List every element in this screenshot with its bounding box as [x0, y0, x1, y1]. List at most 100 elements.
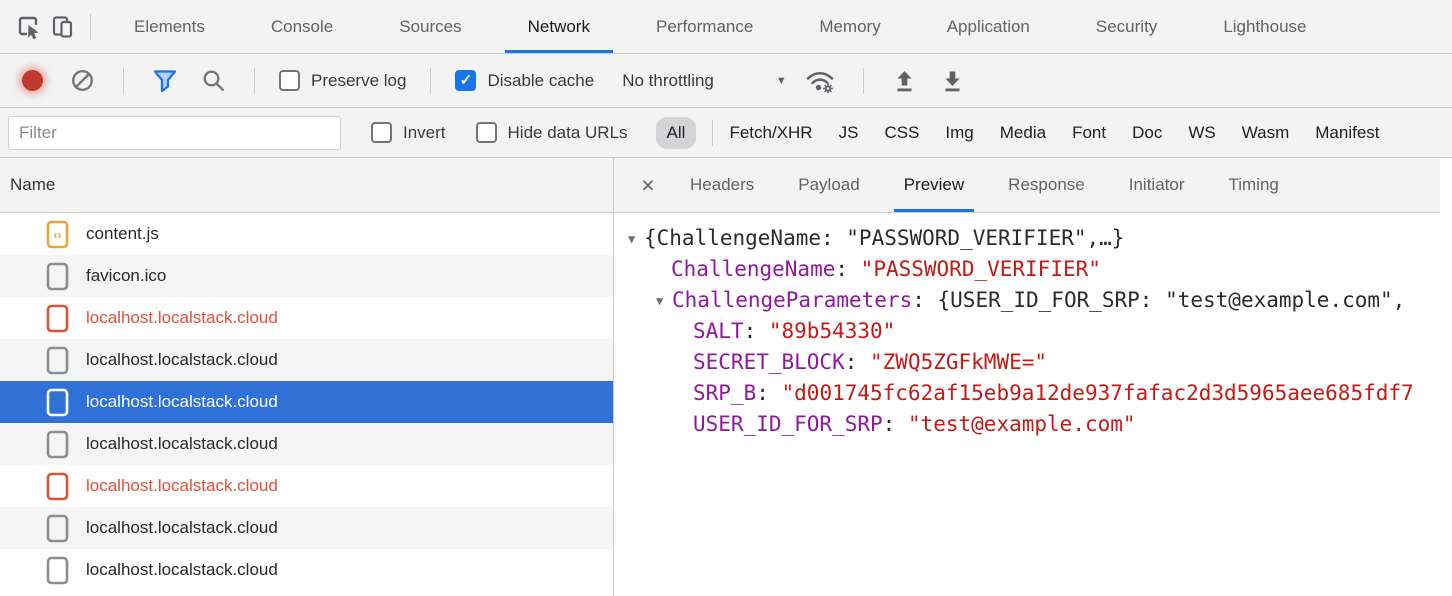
hide-data-urls-checkbox[interactable]	[476, 122, 497, 143]
request-rows: ‹› content.js favicon.ico localhost.loca…	[0, 213, 613, 596]
check-icon: ✓	[460, 73, 473, 88]
divider	[90, 14, 91, 40]
table-row[interactable]: localhost.localstack.cloud	[0, 339, 613, 381]
json-property[interactable]: SRP_B: "d001745fc62af15eb9a12de937fafac2…	[628, 378, 1452, 409]
filter-category-font[interactable]: Font	[1072, 123, 1106, 143]
tab-initiator[interactable]: Initiator	[1113, 158, 1201, 212]
devtools-tabbar: Elements Console Sources Network Perform…	[0, 0, 1452, 54]
import-har-icon[interactable]	[888, 64, 922, 98]
table-row[interactable]: localhost.localstack.cloud	[0, 297, 613, 339]
network-conditions-icon[interactable]	[801, 64, 839, 98]
request-name: localhost.localstack.cloud	[86, 560, 278, 580]
tab-network[interactable]: Network	[495, 0, 623, 53]
invert-checkbox[interactable]	[371, 122, 392, 143]
clear-icon[interactable]	[65, 64, 99, 98]
table-row[interactable]: localhost.localstack.cloud	[0, 465, 613, 507]
tab-timing[interactable]: Timing	[1212, 158, 1294, 212]
tab-application[interactable]: Application	[914, 0, 1063, 53]
throttling-select[interactable]: No throttling ▼	[622, 71, 787, 91]
json-property[interactable]: USER_ID_FOR_SRP: "test@example.com"	[628, 409, 1452, 440]
filter-category-fetch-xhr[interactable]: Fetch/XHR	[729, 123, 812, 143]
tab-console[interactable]: Console	[238, 0, 366, 53]
filter-category-all[interactable]: All	[656, 117, 697, 149]
name-column-header[interactable]: Name	[0, 158, 613, 213]
divider	[430, 68, 431, 94]
network-content: Name ‹› content.js favicon.ico loc	[0, 158, 1452, 596]
json-object-node[interactable]: ▼ChallengeParameters: {USER_ID_FOR_SRP: …	[628, 285, 1452, 316]
divider	[123, 68, 124, 94]
divider	[863, 68, 864, 94]
tab-performance[interactable]: Performance	[623, 0, 786, 53]
json-property[interactable]: ChallengeName: "PASSWORD_VERIFIER"	[628, 254, 1452, 285]
tab-preview[interactable]: Preview	[888, 158, 980, 212]
request-name: localhost.localstack.cloud	[86, 308, 278, 328]
json-property[interactable]: SALT: "89b54330"	[628, 316, 1452, 347]
json-root-node[interactable]: ▼{ChallengeName: "PASSWORD_VERIFIER",…}	[628, 223, 1452, 254]
preserve-log-checkbox[interactable]	[279, 70, 300, 91]
filter-input[interactable]	[8, 116, 341, 150]
request-name: localhost.localstack.cloud	[86, 518, 278, 538]
document-icon	[46, 556, 69, 585]
request-name: localhost.localstack.cloud	[86, 434, 278, 454]
document-icon	[46, 514, 69, 543]
table-row[interactable]: localhost.localstack.cloud	[0, 507, 613, 549]
network-toolbar: Preserve log ✓ Disable cache No throttli…	[0, 54, 1452, 108]
document-icon	[46, 262, 69, 291]
filter-category-js[interactable]: JS	[839, 123, 859, 143]
preserve-log-label: Preserve log	[311, 71, 406, 91]
table-row-selected[interactable]: localhost.localstack.cloud	[0, 381, 613, 423]
filter-categories: Fetch/XHR JS CSS Img Media Font Doc WS W…	[729, 123, 1379, 143]
table-row[interactable]: localhost.localstack.cloud	[0, 423, 613, 465]
expand-triangle-icon[interactable]: ▼	[656, 286, 672, 316]
script-file-icon: ‹›	[46, 220, 69, 249]
throttling-value: No throttling	[622, 71, 714, 91]
close-icon[interactable]: ×	[628, 158, 668, 212]
tab-security[interactable]: Security	[1063, 0, 1190, 53]
export-har-icon[interactable]	[936, 64, 970, 98]
filter-category-ws[interactable]: WS	[1188, 123, 1215, 143]
filter-category-doc[interactable]: Doc	[1132, 123, 1162, 143]
invert-group: Invert	[371, 122, 446, 143]
filter-bar: Invert Hide data URLs All Fetch/XHR JS C…	[0, 108, 1452, 158]
document-icon	[46, 430, 69, 459]
document-icon	[46, 346, 69, 375]
request-name: favicon.ico	[86, 266, 166, 286]
tab-headers[interactable]: Headers	[674, 158, 770, 212]
tab-payload[interactable]: Payload	[782, 158, 875, 212]
inspect-element-icon[interactable]	[12, 10, 46, 44]
hide-data-urls-label: Hide data URLs	[508, 123, 628, 143]
table-row[interactable]: favicon.ico	[0, 255, 613, 297]
disable-cache-checkbox[interactable]: ✓	[455, 70, 476, 91]
search-icon[interactable]	[196, 64, 230, 98]
json-property[interactable]: SECRET_BLOCK: "ZWQ5ZGFkMWE="	[628, 347, 1452, 378]
chevron-down-icon: ▼	[776, 75, 787, 87]
expand-triangle-icon[interactable]: ▼	[628, 224, 644, 254]
filter-category-img[interactable]: Img	[945, 123, 973, 143]
document-icon	[46, 472, 69, 501]
tab-elements[interactable]: Elements	[101, 0, 238, 53]
json-preview-tree: ▼{ChallengeName: "PASSWORD_VERIFIER",…} …	[614, 213, 1452, 596]
request-detail-panel: × Headers Payload Preview Response Initi…	[614, 158, 1452, 596]
filter-category-manifest[interactable]: Manifest	[1315, 123, 1379, 143]
filter-category-css[interactable]: CSS	[884, 123, 919, 143]
filter-category-media[interactable]: Media	[1000, 123, 1046, 143]
request-list-panel: Name ‹› content.js favicon.ico loc	[0, 158, 614, 596]
document-icon	[46, 388, 69, 417]
divider	[712, 120, 713, 146]
table-row[interactable]: ‹› content.js	[0, 213, 613, 255]
filter-category-wasm[interactable]: Wasm	[1242, 123, 1290, 143]
record-button[interactable]	[22, 70, 43, 91]
tab-response[interactable]: Response	[992, 158, 1101, 212]
preserve-log-group: Preserve log	[279, 70, 406, 91]
invert-label: Invert	[403, 123, 446, 143]
tab-lighthouse[interactable]: Lighthouse	[1190, 0, 1339, 53]
device-toolbar-icon[interactable]	[46, 10, 80, 44]
request-name: localhost.localstack.cloud	[86, 350, 278, 370]
tab-memory[interactable]: Memory	[786, 0, 913, 53]
filter-icon[interactable]	[148, 64, 182, 98]
disable-cache-group: ✓ Disable cache	[455, 70, 594, 91]
tab-sources[interactable]: Sources	[366, 0, 494, 53]
table-row[interactable]: localhost.localstack.cloud	[0, 549, 613, 591]
request-name: localhost.localstack.cloud	[86, 392, 278, 412]
divider	[254, 68, 255, 94]
